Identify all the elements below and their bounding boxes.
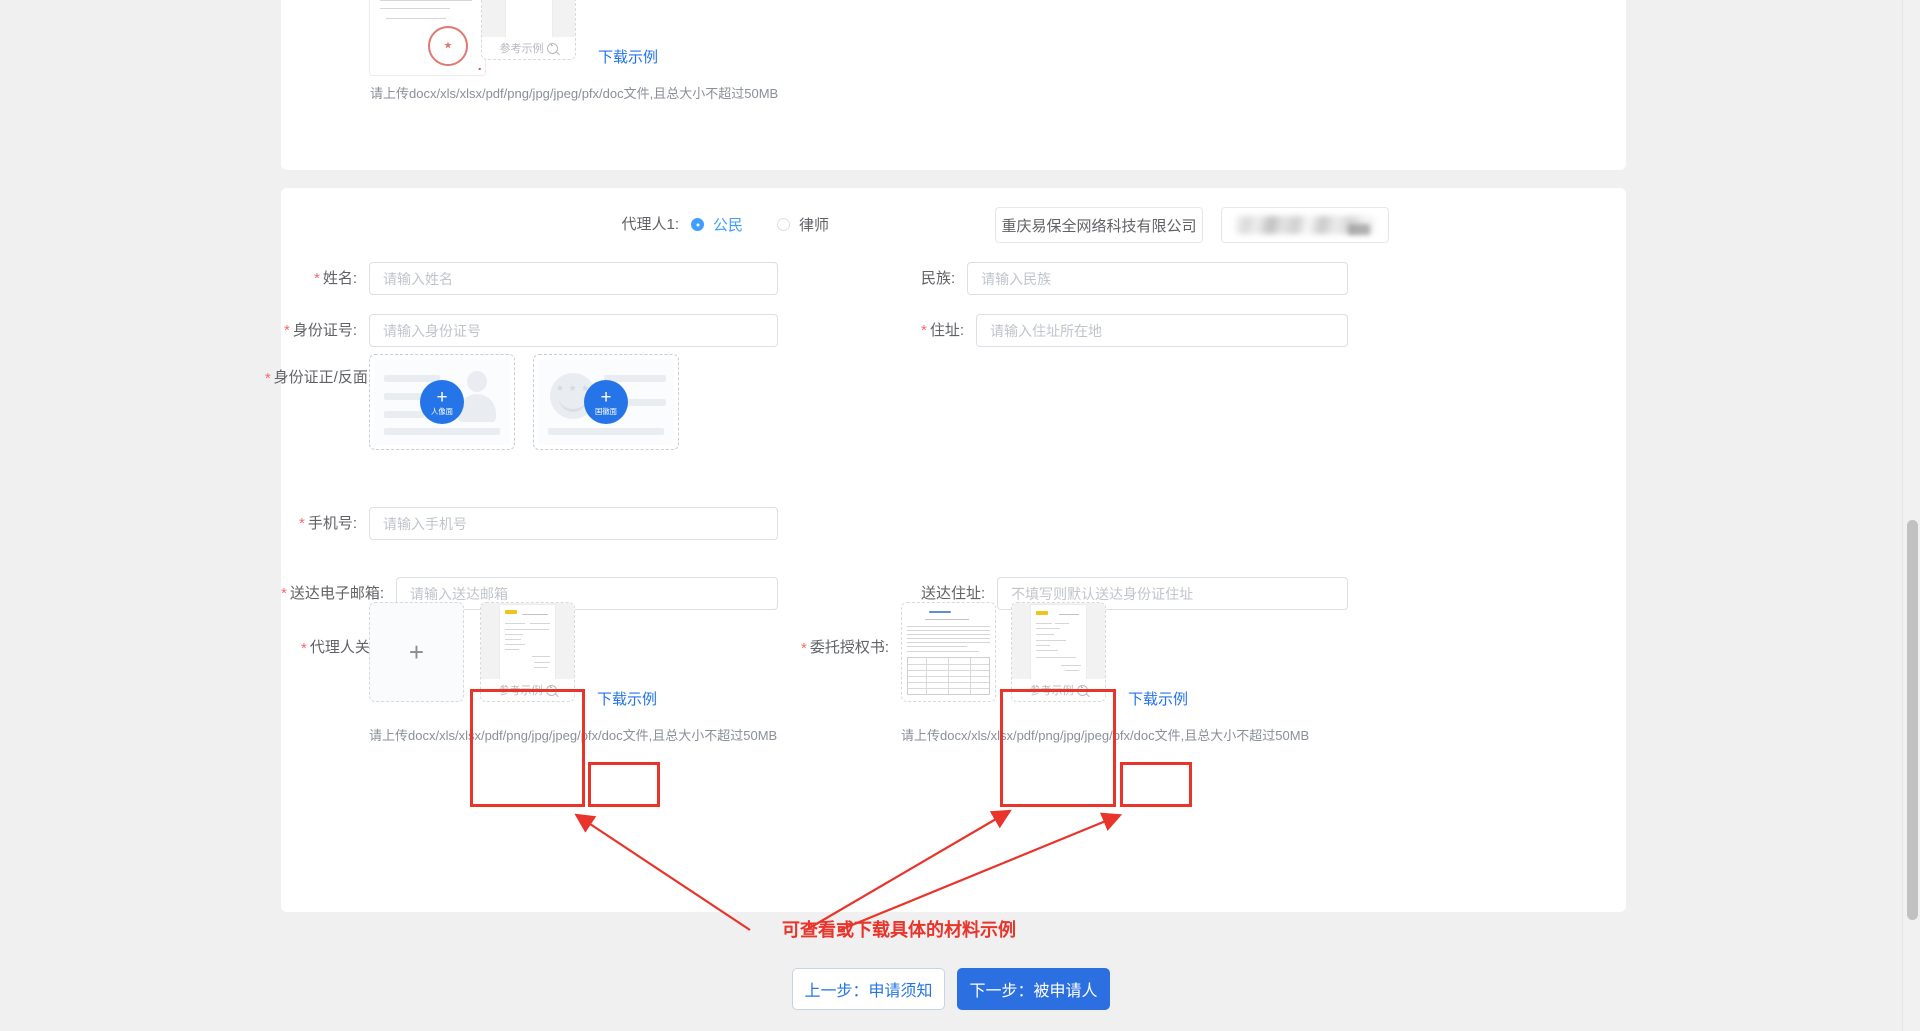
power-of-attorney-example-thumbnail: [1012, 603, 1105, 681]
relation-proof-uploader[interactable]: +: [369, 602, 464, 702]
top-upload-hint: 请上传docx/xls/xlsx/pdf/png/jpg/jpeg/pfx/do…: [370, 86, 779, 101]
previous-material-card: ★ ■ 参考示例 下载示例 请上传docx/xls/xlsx/pdf/png/j…: [281, 0, 1626, 170]
redacted-content-tail: [1348, 224, 1370, 235]
material-thumbnail-stamped: ★ ■: [370, 0, 485, 75]
agent-type-row: 代理人1: 公民 律师: [281, 214, 921, 235]
agent-type-radio-group[interactable]: 公民 律师: [691, 214, 921, 235]
required-marker: *: [921, 322, 927, 340]
id-card-front-uploader[interactable]: + 人像面: [369, 354, 515, 450]
address-input[interactable]: 请输入住址所在地: [976, 314, 1348, 347]
id-card-front-add-button[interactable]: + 人像面: [420, 380, 464, 424]
relation-proof-example-caption: 参考示例: [481, 679, 574, 701]
field-row-ethnicity: 民族: 请输入民族: [921, 262, 1348, 295]
power-of-attorney-label-row: * 委托授权书:: [801, 640, 901, 656]
relation-proof-download-example-link[interactable]: 下载示例: [597, 688, 657, 709]
field-row-address: * 住址: 请输入住址所在地: [921, 314, 1348, 347]
required-marker: *: [283, 322, 290, 340]
power-of-attorney-uploader[interactable]: [901, 602, 996, 702]
power-of-attorney-document-thumbnail: [902, 603, 995, 701]
power-of-attorney-example-caption-text: 参考示例: [1029, 685, 1074, 697]
agent-info-card: 代理人1: 公民 律师 重庆易保全网络科技有限公司 * 姓名: 请输入姓名 民族…: [265, 188, 1626, 912]
agent-type-label: 代理人1:: [621, 216, 679, 233]
id-number-input[interactable]: 请输入身份证号: [369, 314, 778, 347]
phone-label: * 手机号:: [298, 514, 357, 533]
power-of-attorney-download-example-link[interactable]: 下载示例: [1128, 688, 1188, 709]
radio-label-citizen: 公民: [713, 217, 744, 234]
field-row-name: * 姓名: 请输入姓名: [281, 262, 778, 295]
name-input[interactable]: 请输入姓名: [369, 262, 778, 295]
email-label: * 送达电子邮箱:: [281, 584, 385, 603]
power-of-attorney-upload-hint: 请上传docx/xls/xlsx/pdf/png/jpg/jpeg/pfx/do…: [901, 728, 1310, 743]
id-card-back-add-button[interactable]: + 国徽面: [584, 380, 628, 424]
radio-dot-lawyer: [777, 218, 791, 231]
power-of-attorney-example-preview[interactable]: 参考示例: [1011, 602, 1106, 702]
required-marker: *: [281, 585, 287, 603]
ethnicity-label: 民族:: [921, 270, 956, 287]
delivery-address-label: 送达住址:: [921, 585, 986, 602]
plus-icon: +: [408, 637, 425, 667]
official-seal-icon: ★: [428, 26, 468, 66]
power-of-attorney-example-caption: 参考示例: [1012, 679, 1105, 701]
required-marker: *: [800, 639, 807, 657]
id-card-back-text: 国徽面: [594, 407, 618, 416]
top-example-caption: 参考示例: [482, 37, 575, 59]
field-row-id-number: * 身份证号: 请输入身份证号: [281, 314, 778, 347]
annotation-caption: 可查看或下载具体的材料示例: [782, 920, 1016, 940]
top-example-thumbnail: [482, 0, 575, 39]
radio-agent-type-citizen[interactable]: 公民: [691, 214, 743, 235]
top-download-example-link[interactable]: 下载示例: [598, 46, 658, 67]
field-row-phone: * 手机号: 请输入手机号: [281, 507, 778, 540]
page-scrollbar-thumb[interactable]: [1907, 520, 1918, 920]
magnifier-icon: [1076, 684, 1088, 696]
required-marker: *: [300, 639, 307, 657]
next-step-button[interactable]: 下一步：被申请人: [957, 968, 1110, 1010]
name-label: * 姓名:: [313, 269, 357, 288]
plus-icon: +: [600, 387, 612, 408]
id-card-back-uploader[interactable]: ★ ★ ★ + 国徽面: [533, 354, 679, 450]
address-label: * 住址:: [921, 321, 965, 340]
relation-proof-example-caption-text: 参考示例: [498, 685, 543, 697]
top-example-caption-text: 参考示例: [499, 43, 544, 55]
phone-input[interactable]: 请输入手机号: [369, 507, 778, 540]
required-marker: *: [298, 515, 305, 533]
organization-name-box[interactable]: 重庆易保全网络科技有限公司: [995, 207, 1203, 243]
relation-proof-example-thumbnail: [481, 603, 574, 681]
radio-dot-citizen: [691, 218, 704, 231]
required-marker: *: [264, 369, 271, 387]
relation-proof-example-preview[interactable]: 参考示例: [480, 602, 575, 702]
power-of-attorney-label: * 委托授权书:: [800, 639, 889, 657]
application-form-page: ★ ■ 参考示例 下载示例 请上传docx/xls/xlsx/pdf/png/j…: [0, 0, 1920, 1031]
page-scrollbar-track[interactable]: [1902, 0, 1920, 1031]
plus-icon: +: [436, 387, 448, 408]
organization-secondary-box[interactable]: [1221, 207, 1389, 243]
relation-proof-upload-hint: 请上传docx/xls/xlsx/pdf/png/jpg/jpeg/pfx/do…: [369, 728, 778, 743]
id-card-label: * 身份证正/反面:: [264, 369, 372, 387]
top-example-preview[interactable]: 参考示例: [481, 0, 576, 60]
previous-step-button[interactable]: 上一步：申请须知: [792, 968, 945, 1010]
id-card-front-text: 人像面: [430, 407, 454, 416]
radio-label-lawyer: 律师: [799, 217, 830, 234]
radio-agent-type-lawyer[interactable]: 律师: [777, 214, 829, 235]
required-marker: *: [313, 270, 320, 288]
ethnicity-input[interactable]: 请输入民族: [967, 262, 1348, 295]
id-number-label: * 身份证号:: [283, 321, 357, 340]
magnifier-icon: [546, 42, 558, 54]
magnifier-icon: [545, 684, 557, 696]
